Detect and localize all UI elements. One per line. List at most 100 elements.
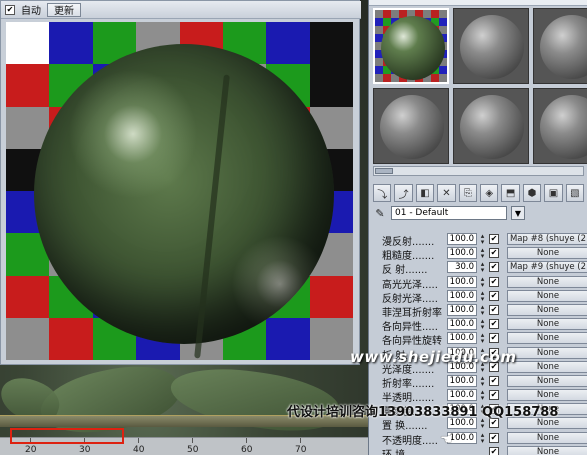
map-slot-button[interactable]: None <box>507 445 587 455</box>
map-row: 高光光泽..... 100.0 ▴ ▾ ✔ None <box>379 275 587 291</box>
spinner-icon[interactable]: ▴ ▾ <box>479 389 486 402</box>
scrollbar-thumb[interactable] <box>375 168 393 174</box>
checker-cell <box>6 275 50 318</box>
checker-cell <box>266 317 310 360</box>
map-amount-field[interactable]: 100.0 <box>447 303 477 316</box>
spinner-icon[interactable]: ▴ ▾ <box>479 374 486 387</box>
map-slot-button[interactable]: Map #8 (shuye (2 <box>507 233 587 245</box>
map-row: 各向异性..... 100.0 ▴ ▾ ✔ None <box>379 317 587 333</box>
map-label: 环 境............. <box>382 446 447 455</box>
preview-canvas <box>6 22 353 360</box>
spinner-icon[interactable]: ▴ ▾ <box>479 332 486 345</box>
map-slot-button[interactable]: None <box>507 303 587 316</box>
sample-slot-5[interactable] <box>453 88 529 164</box>
map-slot-button[interactable]: Map #9 (shuye (2 <box>507 261 587 274</box>
hand-cursor-icon: ☚ <box>440 432 453 448</box>
map-slot-button[interactable]: None <box>507 289 587 302</box>
map-slot-button[interactable]: None <box>507 332 587 345</box>
map-row: 粗糙度....... 100.0 ▴ ▾ ✔ None <box>379 246 587 262</box>
map-amount-field[interactable]: 100.0 <box>447 332 477 345</box>
slot-sphere <box>380 95 444 159</box>
ruler-tick-label: 30 <box>79 445 91 455</box>
map-amount-field[interactable]: 100.0 <box>447 389 477 402</box>
map-slot-button[interactable]: None <box>507 346 587 359</box>
slot-sphere <box>540 15 587 79</box>
map-enable-checkbox[interactable]: ✔ <box>489 304 499 315</box>
maps-rollout: 漫反射....... 100.0 ▴ ▾ ✔ Map #8 (shuye (2 粗糙度...… <box>379 232 587 455</box>
map-slot-button[interactable]: None <box>507 431 587 444</box>
map-enable-checkbox[interactable]: ✔ <box>489 290 499 301</box>
ruler-tick-label: 50 <box>187 445 199 455</box>
slot-sphere <box>460 95 524 159</box>
spinner-icon[interactable]: ▴ ▾ <box>479 261 486 274</box>
material-editor-panel: ⤵ ⤴ ◧ ✕ ⎘ ◈ ⬒ ⬢ ▣ ▧ ✎ 01 - Default ▼ 漫反射....... 10… <box>368 0 587 455</box>
map-enable-checkbox[interactable]: ✔ <box>489 333 499 344</box>
map-enable-checkbox[interactable]: ✔ <box>489 319 499 330</box>
map-amount-field[interactable]: 100.0 <box>447 247 477 260</box>
checker-cell <box>309 317 353 360</box>
spinner-icon[interactable]: ▴ ▾ <box>479 247 486 260</box>
spinner-icon[interactable]: ▴ ▾ <box>479 275 486 288</box>
spinner-icon[interactable]: ▴ ▾ <box>479 431 486 444</box>
get-material-icon[interactable]: ⤵ <box>373 184 392 202</box>
show-end-icon[interactable]: ▧ <box>565 184 585 202</box>
map-slot-button[interactable]: None <box>507 318 587 331</box>
spinner-icon[interactable]: ▴ ▾ <box>479 318 486 331</box>
map-enable-checkbox[interactable]: ✔ <box>489 390 499 401</box>
material-name-row: ✎ 01 - Default ▼ <box>373 205 584 221</box>
map-enable-checkbox[interactable]: ✔ <box>489 234 499 244</box>
sample-slot-3[interactable] <box>533 8 587 84</box>
copy-icon[interactable]: ⎘ <box>458 184 478 202</box>
map-amount-field[interactable]: 100.0 <box>447 289 477 302</box>
map-enable-checkbox[interactable]: ✔ <box>489 262 499 273</box>
map-amount-field[interactable]: 100.0 <box>447 374 477 387</box>
eyedropper-icon[interactable]: ✎ <box>373 207 387 220</box>
material-name-field[interactable]: 01 - Default <box>391 206 507 220</box>
checker-cell <box>309 22 353 65</box>
spinner-icon[interactable]: ▴ ▾ <box>479 233 486 246</box>
map-amount-field[interactable]: 100.0 <box>447 318 477 331</box>
show-map-icon[interactable]: ▣ <box>544 184 563 202</box>
map-slot-button[interactable]: None <box>507 374 587 387</box>
spinner-icon[interactable]: ▴ ▾ <box>479 289 486 302</box>
map-amount-field[interactable]: 100.0 <box>447 275 477 288</box>
assign-icon[interactable]: ◧ <box>415 184 435 202</box>
map-amount-field[interactable]: 100.0 <box>447 233 477 245</box>
ruler-tick-label: 60 <box>241 445 253 455</box>
map-enable-checkbox[interactable]: ✔ <box>489 276 499 287</box>
put-to-scene-icon[interactable]: ⤴ <box>394 184 413 202</box>
sample-slot-2[interactable] <box>453 8 529 84</box>
auto-checkbox[interactable]: ✔ <box>5 4 15 15</box>
map-row: 各向异性旋转 100.0 ▴ ▾ ✔ None <box>379 331 587 347</box>
map-amount-field[interactable]: 30.0 <box>447 261 477 274</box>
chevron-down-icon[interactable]: ▼ <box>511 206 525 220</box>
map-row: 菲涅耳折射率 100.0 ▴ ▾ ✔ None <box>379 303 587 319</box>
map-slot-button[interactable]: None <box>507 247 587 260</box>
map-enable-checkbox[interactable]: ✔ <box>489 432 499 443</box>
map-slot-button[interactable]: None <box>507 275 587 288</box>
sample-slot-6[interactable] <box>533 88 587 164</box>
checker-cell <box>266 22 310 65</box>
sample-slots <box>373 8 587 166</box>
effects-channel-icon[interactable]: ⬢ <box>522 184 542 202</box>
ruler-mark <box>246 438 247 443</box>
sample-slot-4[interactable] <box>373 88 449 164</box>
ruler-tick-label: 20 <box>25 445 37 455</box>
map-slot-button[interactable]: None <box>507 360 587 373</box>
sample-slot-1[interactable] <box>373 8 449 84</box>
unique-icon[interactable]: ◈ <box>480 184 499 202</box>
put-to-library-icon[interactable]: ⬒ <box>501 184 520 202</box>
spinner-icon[interactable]: ▴ ▾ <box>479 303 486 316</box>
map-enable-checkbox[interactable]: ✔ <box>489 446 499 455</box>
leaf-vein <box>194 74 230 359</box>
checker-cell <box>6 22 50 65</box>
map-row: 折射率....... 100.0 ▴ ▾ ✔ None <box>379 374 587 390</box>
slots-scrollbar[interactable] <box>373 166 584 176</box>
map-slot-button[interactable]: None <box>507 389 587 402</box>
ruler-tick-label: 70 <box>295 445 307 455</box>
map-enable-checkbox[interactable]: ✔ <box>489 248 499 259</box>
map-enable-checkbox[interactable]: ✔ <box>489 375 499 386</box>
checker-cell <box>309 64 353 107</box>
delete-icon[interactable]: ✕ <box>437 184 456 202</box>
update-button[interactable]: 更新 <box>47 2 81 17</box>
